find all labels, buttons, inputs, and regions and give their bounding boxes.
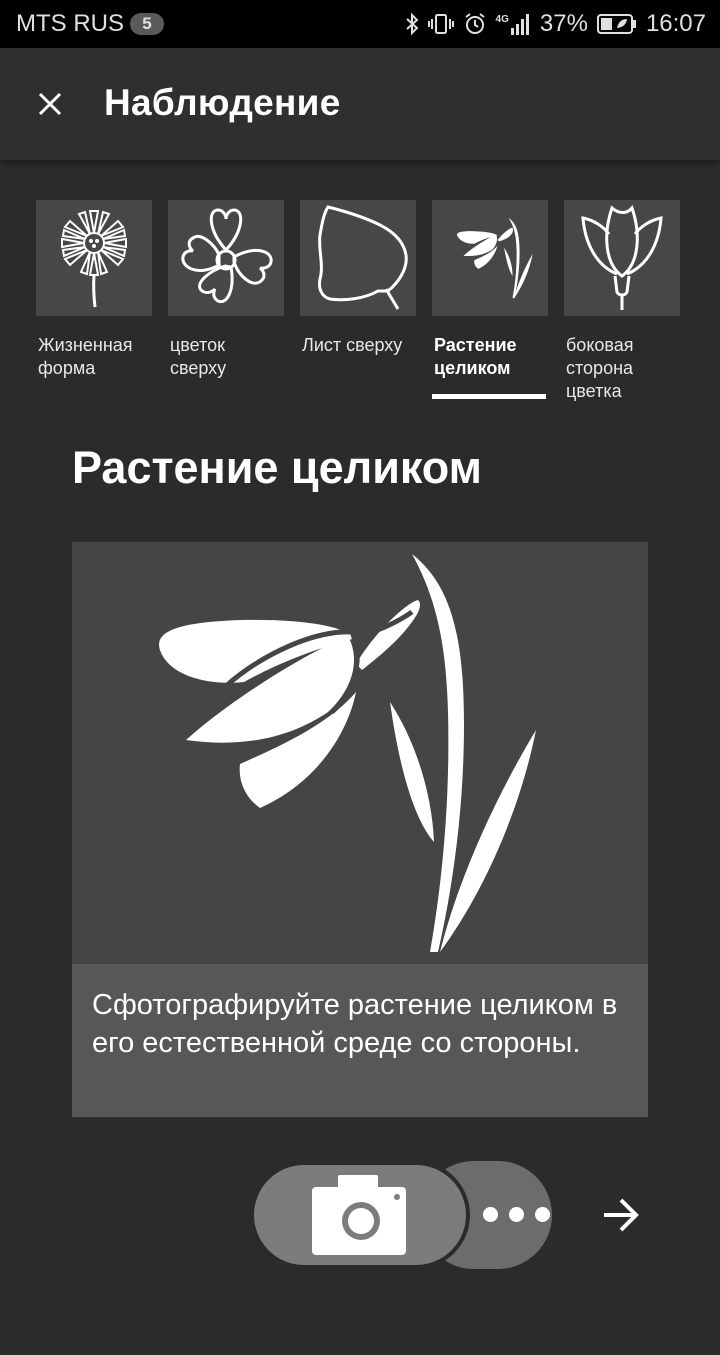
more-dots-icon xyxy=(483,1207,550,1222)
status-left: MTS RUS 5 xyxy=(16,10,164,38)
page-title: Наблюдение xyxy=(104,82,341,123)
arrow-right-icon xyxy=(604,1198,639,1232)
section-title: Растение целиком xyxy=(72,442,482,493)
whole-plant-icon xyxy=(456,217,533,299)
close-button[interactable] xyxy=(28,82,72,126)
alarm-icon xyxy=(463,12,487,36)
tab-thumb xyxy=(168,200,284,316)
status-right: 4G 37% 16:07 xyxy=(405,10,706,38)
tab-label: Растение целиком xyxy=(434,335,517,378)
tab-label: Лист сверху xyxy=(302,335,403,355)
tab-flower-side[interactable]: боковая сторона цветка xyxy=(564,200,680,403)
tab-leaf-top[interactable]: Лист сверху xyxy=(300,200,416,357)
tab-whole-plant[interactable]: Растение целиком xyxy=(432,200,548,399)
battery-icon xyxy=(596,13,637,35)
plant-illustration-panel xyxy=(72,542,648,964)
carrier-name: MTS RUS xyxy=(16,10,124,37)
sim-badge: 5 xyxy=(130,13,164,35)
tab-thumb xyxy=(564,200,680,316)
next-button[interactable] xyxy=(596,1190,646,1240)
bluetooth-icon xyxy=(405,12,419,36)
leaf-top-icon xyxy=(318,205,408,310)
dot xyxy=(509,1207,524,1222)
tab-thumb xyxy=(36,200,152,316)
close-icon xyxy=(38,92,62,116)
app-bar: Наблюдение xyxy=(0,48,720,160)
active-tab-indicator xyxy=(432,394,546,399)
tab-thumb xyxy=(300,200,416,316)
organ-tabs: Жизненная форма цветок сверху Лист сверх… xyxy=(36,200,696,405)
camera-icon xyxy=(312,1175,406,1255)
snowdrop-plant-illustration xyxy=(159,554,536,952)
tab-life-form[interactable]: Жизненная форма xyxy=(36,200,152,380)
status-bar: MTS RUS 5 4G 37% 16:07 xyxy=(0,0,720,48)
flower-top-icon xyxy=(181,208,273,304)
network-type: 4G xyxy=(495,14,509,25)
instruction-caption: Сфотографируйте растение целиком в его е… xyxy=(72,964,648,1117)
flower-side-icon xyxy=(581,205,663,310)
life-form-icon xyxy=(61,210,127,308)
tab-thumb xyxy=(432,200,548,316)
signal-icon: 4G xyxy=(496,13,531,35)
battery-percent: 37% xyxy=(539,10,588,37)
tab-label: Жизненная форма xyxy=(38,335,133,378)
dot xyxy=(483,1207,498,1222)
vibrate-icon xyxy=(427,12,454,36)
dot xyxy=(535,1207,550,1222)
tab-label: цветок сверху xyxy=(170,335,227,378)
tab-label: боковая сторона цветка xyxy=(566,335,634,401)
clock: 16:07 xyxy=(645,10,706,37)
tab-flower-top[interactable]: цветок сверху xyxy=(168,200,284,380)
camera-button[interactable] xyxy=(250,1161,470,1269)
